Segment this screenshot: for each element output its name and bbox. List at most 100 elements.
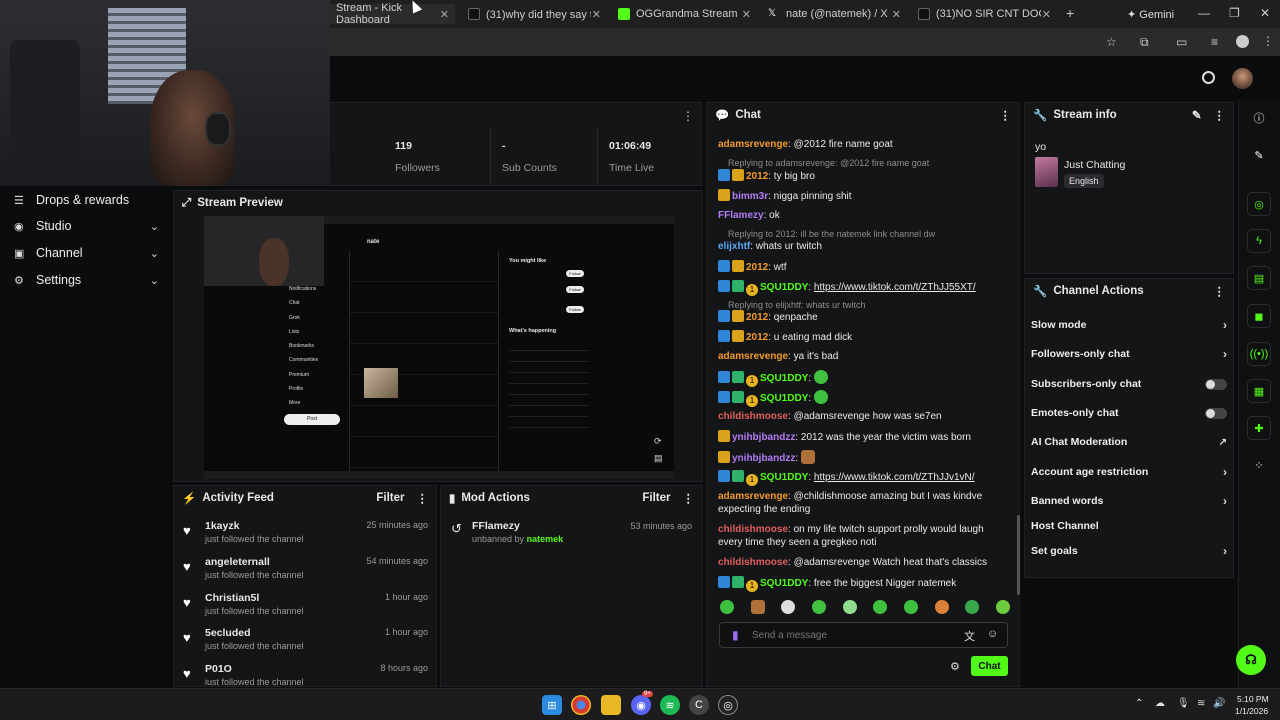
taskbar-time[interactable]: 5:10 PM <box>1237 694 1269 704</box>
cloud-icon[interactable]: ☁ <box>1155 698 1165 709</box>
chat-username[interactable]: ynihbjbandzz <box>732 432 795 443</box>
bookmark-star-icon[interactable]: ☆ <box>1106 35 1117 49</box>
tab-tiktok-2[interactable]: (31)NO SIR CNT DOOO | no ✕ <box>912 4 1057 24</box>
windows-start-icon[interactable]: ⊞ <box>542 695 562 715</box>
minimize-button[interactable]: — <box>1198 6 1210 20</box>
followers-only-row[interactable]: Followers-only chat › <box>1031 345 1227 363</box>
ai-moderation-row[interactable]: AI Chat Moderation ↗ <box>1031 433 1227 451</box>
wifi-icon[interactable]: ≋ <box>1197 698 1205 709</box>
volume-icon[interactable]: 🔊 <box>1213 698 1225 709</box>
gemini-button[interactable]: ✦ Gemini <box>1127 8 1174 21</box>
sidebar-item-channel[interactable]: ▣ Channel ⌄ <box>14 243 159 263</box>
chat-bubble-icon[interactable]: ◼ <box>1247 304 1271 328</box>
preview-video[interactable]: nate Notifications Chat Grok Lists Bookm… <box>204 216 674 479</box>
chat-username[interactable]: SQU1DDY <box>760 282 808 293</box>
chat-username[interactable]: SQU1DDY <box>760 578 808 589</box>
chat-link[interactable]: https://www.tiktok.com/t/ZThJJ55XT/ <box>814 282 976 293</box>
chat-menu-icon[interactable]: ⋮ <box>1000 108 1012 122</box>
microphone-icon[interactable]: ▮ <box>732 628 739 642</box>
playlist-icon[interactable]: ≡ <box>1211 35 1218 49</box>
subscribers-only-toggle[interactable] <box>1205 378 1227 390</box>
tab-oggrandma[interactable]: OGGrandma Stream - Watch ✕ <box>612 4 757 24</box>
info-icon[interactable]: ⓘ <box>1247 106 1271 130</box>
maximize-button[interactable]: ❐ <box>1229 6 1240 20</box>
support-headset-button[interactable]: ☊ <box>1236 645 1266 675</box>
chat-settings-icon[interactable]: ⚙ <box>950 660 960 673</box>
close-icon[interactable]: ✕ <box>1042 8 1051 21</box>
chat-username[interactable]: 2012 <box>746 312 768 323</box>
chat-username[interactable]: SQU1DDY <box>760 373 808 384</box>
chat-username[interactable]: 2012 <box>746 171 768 182</box>
layout-icon[interactable]: ▦ <box>1247 379 1271 403</box>
emote-icon[interactable] <box>781 600 796 614</box>
tools-icon[interactable]: ✚ <box>1247 416 1271 440</box>
chat-username[interactable]: adamsrevenge <box>718 351 788 362</box>
channel-actions-menu-icon[interactable]: ⋮ <box>1214 284 1226 298</box>
tray-chevron-icon[interactable]: ⌃ <box>1135 698 1143 709</box>
slow-mode-row[interactable]: Slow mode › <box>1031 316 1227 334</box>
banned-words-row[interactable]: Banned words › <box>1031 492 1227 510</box>
profile-icon[interactable] <box>1236 35 1249 48</box>
close-icon[interactable]: ✕ <box>742 8 751 21</box>
close-icon[interactable]: ✕ <box>440 8 449 21</box>
chat-username[interactable]: SQU1DDY <box>760 472 808 483</box>
edit-icon[interactable]: ✎ <box>1192 108 1202 122</box>
new-tab-button[interactable]: + <box>1066 5 1074 21</box>
emote-icon[interactable] <box>811 600 826 614</box>
chat-username[interactable]: ynihbjbandzz <box>732 453 795 464</box>
avatar[interactable] <box>1232 68 1253 89</box>
tab-tiktok-1[interactable]: (31)why did they say that 😂 ✕ <box>462 4 607 24</box>
emote-icon[interactable] <box>903 600 918 614</box>
refresh-icon[interactable]: ⟳ <box>654 436 662 447</box>
emote-icon[interactable] <box>934 600 949 614</box>
tab-x-natemek[interactable]: 𝕏 nate (@natemek) / X ✕ <box>762 4 907 24</box>
chat-message-input[interactable] <box>752 626 952 644</box>
emote-icon[interactable] <box>965 600 980 614</box>
clipboard-icon[interactable]: ▤ <box>1247 266 1271 290</box>
chat-username[interactable]: childishmoose <box>718 524 788 535</box>
chat-username[interactable]: childishmoose <box>718 557 788 568</box>
category-name[interactable]: Just Chatting <box>1064 159 1125 171</box>
emoji-icon[interactable]: ☺ <box>987 628 998 640</box>
chat-send-button[interactable]: Chat <box>971 656 1008 676</box>
chat-username[interactable]: bimm3r <box>732 191 768 202</box>
broadcast-icon[interactable]: ((•)) <box>1247 342 1271 366</box>
chat-username[interactable]: 2012 <box>746 262 768 273</box>
sidebar-item-settings[interactable]: ⚙ Settings ⌄ <box>14 270 159 290</box>
lightning-icon[interactable]: ϟ <box>1247 229 1271 253</box>
host-channel-row[interactable]: Host Channel <box>1031 517 1227 535</box>
close-icon[interactable]: ✕ <box>892 8 901 21</box>
chat-scrollbar[interactable] <box>1017 515 1020 595</box>
sidebar-item-drops[interactable]: ☰ Drops & rewards <box>14 190 159 210</box>
chat-username[interactable]: FFlamezy <box>718 210 764 221</box>
cast-icon[interactable]: ▭ <box>1176 35 1187 49</box>
emotes-only-toggle[interactable] <box>1205 407 1227 419</box>
chat-username[interactable]: adamsrevenge <box>718 139 788 150</box>
emote-icon[interactable] <box>750 600 765 614</box>
discord-icon[interactable]: ◉ <box>631 695 651 715</box>
sidebar-item-studio[interactable]: ◉ Studio ⌄ <box>14 216 159 236</box>
stats-menu-icon[interactable]: ⋮ <box>682 109 694 123</box>
browser-menu-icon[interactable]: ⋮ <box>1262 34 1274 48</box>
camera-icon[interactable]: ◎ <box>1247 192 1271 216</box>
set-goals-row[interactable]: Set goals › <box>1031 542 1227 560</box>
chat-username[interactable]: adamsrevenge <box>718 491 788 502</box>
expand-icon[interactable]: ⤢ <box>182 197 191 210</box>
spotify-icon[interactable]: ≋ <box>660 695 680 715</box>
translate-icon[interactable]: 文 <box>964 628 975 644</box>
mod-filter-button[interactable]: Filter <box>642 492 670 504</box>
chat-username[interactable]: 2012 <box>746 332 768 343</box>
chat-link[interactable]: https://www.tiktok.com/t/ZThJJv1vN/ <box>814 472 975 483</box>
mic-tray-icon[interactable]: 🎙 <box>1177 698 1190 709</box>
emote-icon[interactable] <box>873 600 888 614</box>
extensions-icon[interactable]: ⧉ <box>1140 35 1149 50</box>
apps-icon[interactable]: ⁘ <box>1247 453 1271 477</box>
emote-icon[interactable] <box>842 600 857 614</box>
chat-input-box[interactable]: ▮ 文 ☺ <box>719 622 1008 648</box>
pencil-icon[interactable]: ✎ <box>1247 143 1271 167</box>
activity-menu-icon[interactable]: ⋮ <box>417 491 429 505</box>
tab-kick-dashboard[interactable]: Stream - Kick Dashboard ✕ <box>330 2 455 26</box>
account-age-row[interactable]: Account age restriction › <box>1031 463 1227 481</box>
popout-icon[interactable]: ▤ <box>654 453 663 464</box>
mod-menu-icon[interactable]: ⋮ <box>683 491 695 505</box>
